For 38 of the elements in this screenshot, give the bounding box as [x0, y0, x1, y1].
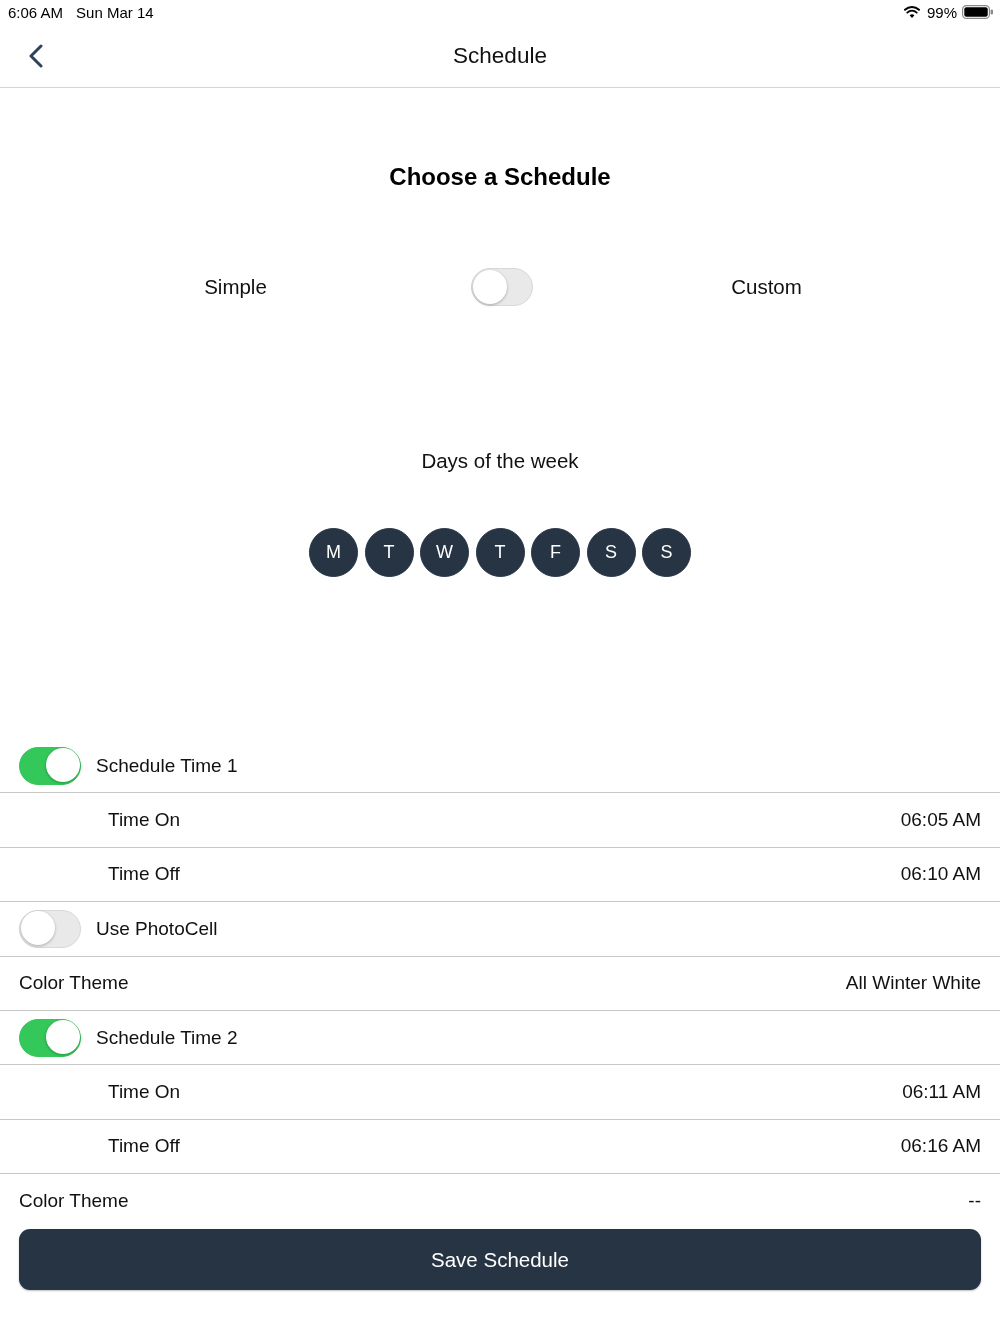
- toggle-label: Schedule Time 1: [96, 754, 238, 777]
- time-label: Time Off: [108, 1135, 180, 1158]
- option-label: Custom: [731, 275, 802, 299]
- back-chevron-icon: [28, 43, 44, 68]
- toggle-label: Use PhotoCell: [96, 917, 218, 940]
- save-schedule-button[interactable]: Save Schedule: [19, 1229, 981, 1291]
- toggle-label: Schedule Time 2: [96, 1026, 238, 1049]
- day-button[interactable]: T: [475, 528, 525, 577]
- time-value[interactable]: 06:11 AM: [902, 1081, 981, 1104]
- battery-icon: [962, 5, 993, 19]
- days-label: Days of the week: [421, 448, 579, 474]
- setting-label: Color Theme: [19, 972, 129, 995]
- wifi-icon: [903, 6, 920, 18]
- time-label: Time Off: [108, 863, 180, 886]
- option-label: Simple: [204, 275, 267, 299]
- time-label: Time On: [108, 809, 181, 832]
- day-button[interactable]: W: [420, 528, 469, 577]
- time-label: Time On: [108, 1081, 181, 1104]
- status-date: Sun Mar 14: [76, 3, 154, 21]
- day-button[interactable]: F: [531, 528, 580, 577]
- day-button[interactable]: T: [364, 528, 414, 577]
- time-value[interactable]: 06:16 AM: [900, 1135, 981, 1158]
- setting-label: Color Theme: [19, 1190, 129, 1213]
- toggle-switch[interactable]: [19, 746, 81, 785]
- setting-value[interactable]: --: [968, 1190, 981, 1213]
- screen-title: Schedule: [453, 42, 547, 69]
- time-value[interactable]: 06:05 AM: [900, 809, 981, 832]
- day-button[interactable]: S: [586, 528, 636, 577]
- toggle-switch[interactable]: [19, 909, 81, 948]
- status-time: 6:06 AM: [8, 3, 64, 21]
- day-button[interactable]: S: [642, 528, 691, 577]
- section-heading: Choose a Schedule: [389, 162, 611, 192]
- toggle-switch[interactable]: [471, 268, 533, 306]
- day-button[interactable]: M: [309, 528, 358, 577]
- time-value[interactable]: 06:10 AM: [900, 863, 981, 886]
- toggle-switch[interactable]: [19, 1018, 81, 1057]
- setting-value[interactable]: All Winter White: [845, 972, 981, 995]
- battery-percent: 99%: [926, 3, 957, 21]
